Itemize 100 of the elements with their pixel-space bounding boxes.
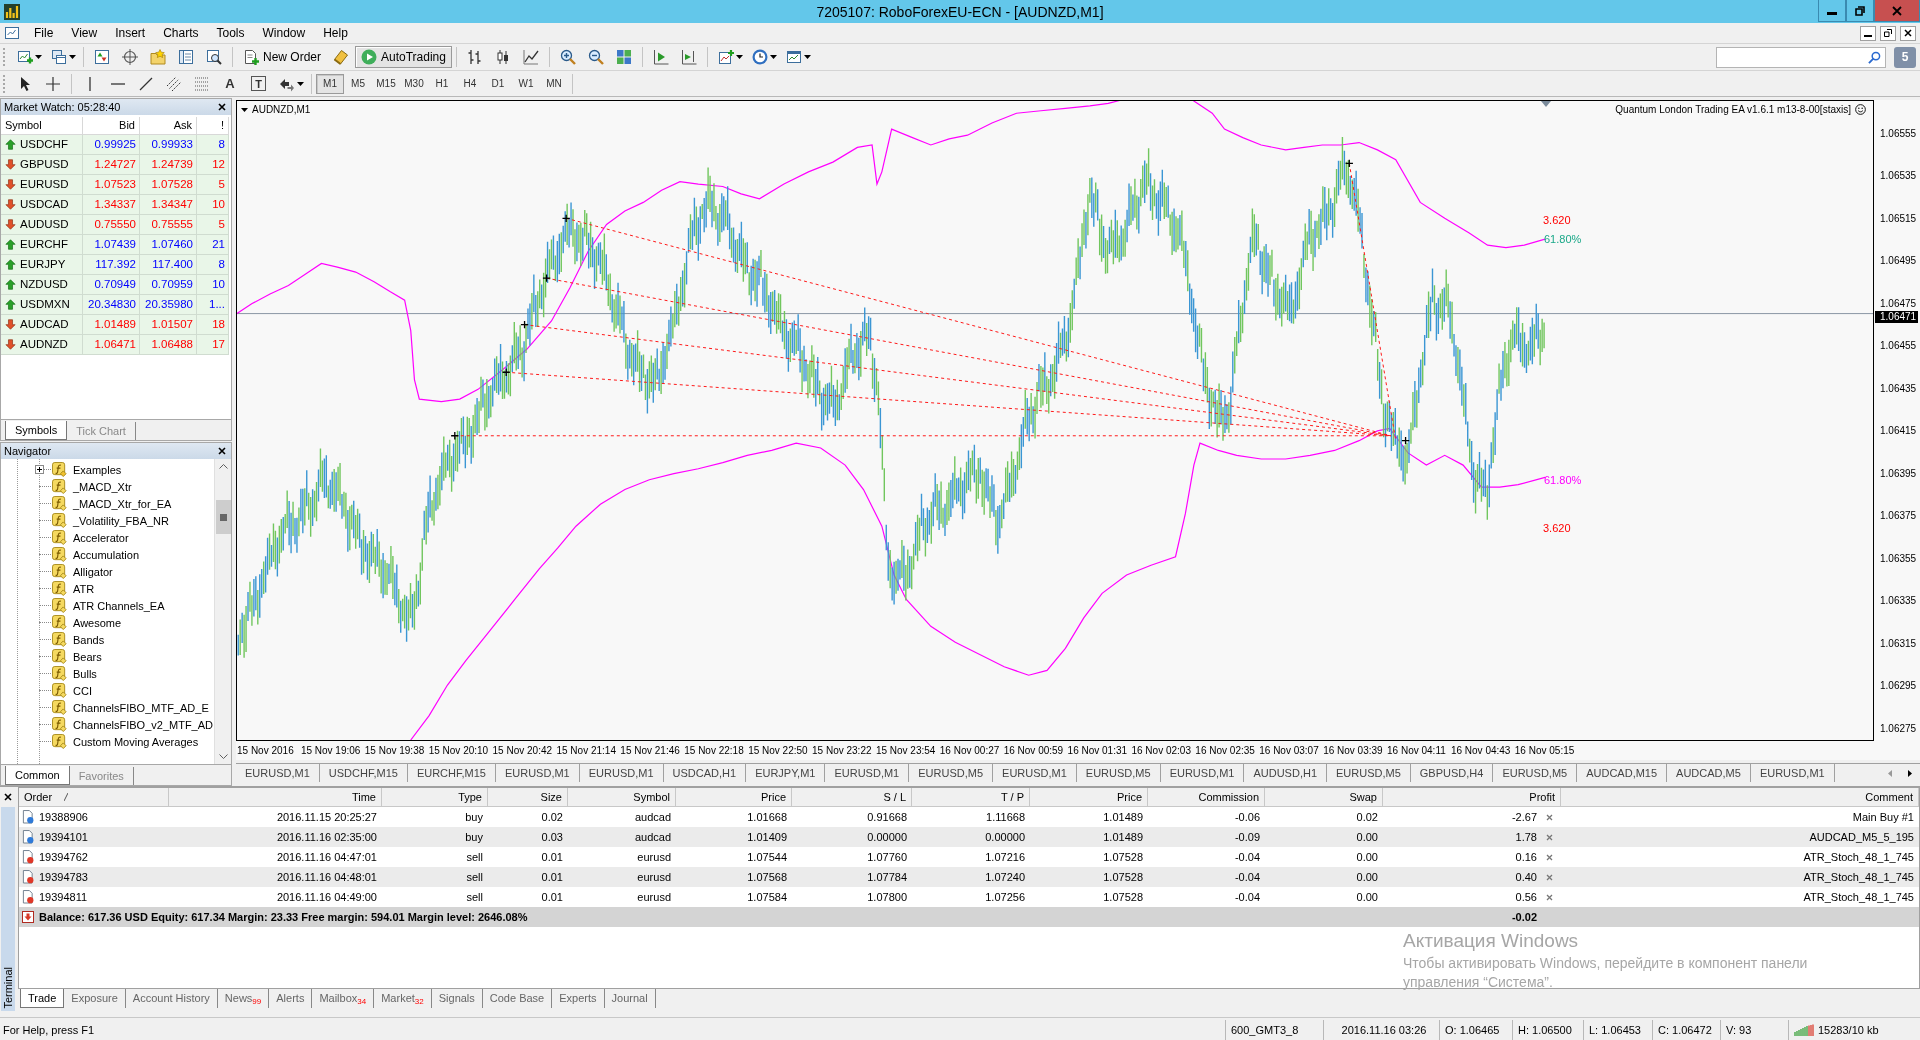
terminal-tab[interactable]: Trade: [20, 989, 65, 1008]
menu-item[interactable]: Tools: [207, 23, 254, 43]
caret-icon[interactable]: [769, 55, 777, 59]
terminal-tab[interactable]: News$_{99}$: [217, 989, 270, 1008]
close-icon[interactable]: [4, 793, 12, 801]
text-label-tool[interactable]: T: [251, 76, 266, 91]
restore-button[interactable]: [1846, 0, 1874, 22]
menu-item[interactable]: View: [62, 23, 107, 43]
restore-button[interactable]: [1880, 25, 1896, 41]
scrollbar[interactable]: [214, 459, 231, 764]
target-icon[interactable]: [122, 49, 138, 65]
navigator-item[interactable]: Examples: [73, 463, 122, 476]
window-icon[interactable]: [178, 49, 194, 65]
chart-tab[interactable]: EURUSD,M1: [579, 764, 664, 782]
timeframe-button[interactable]: H4: [456, 73, 484, 94]
chart-tab[interactable]: GBPUSD,H4: [1410, 764, 1494, 782]
caret-icon[interactable]: [69, 55, 76, 59]
chart-tab[interactable]: USDCAD,H1: [663, 764, 747, 782]
column-header[interactable]: Symbol: [568, 788, 676, 807]
timeframe-button[interactable]: M1: [316, 73, 344, 94]
terminal-tab[interactable]: Account History: [125, 989, 218, 1008]
new-order-button[interactable]: New Order: [237, 46, 327, 68]
autoscroll-icon[interactable]: [652, 49, 669, 65]
close-icon[interactable]: [218, 103, 226, 111]
navigator-item[interactable]: _MACD_Xtr: [73, 480, 132, 493]
navigator-item[interactable]: Accelerator: [73, 531, 129, 544]
chart-tab[interactable]: AUDUSD,H1: [1244, 764, 1327, 782]
menu-item[interactable]: Help: [314, 23, 357, 43]
table-row[interactable]: 19388906 2016.11.15 20:25:27 buy 0.02 audcad 1.01668 0.91668 1.11668 1.01489 -0.06 0.02 -2.67 Main Buy #1: [19, 807, 1919, 827]
table-row[interactable]: 19394811 2016.11.16 04:49:00 sell 0.01 eurusd 1.07584 1.07800 1.07256 1.07528 -0.04 0.00 0.56 ATR_Stoch_48_1_745: [19, 887, 1919, 907]
navigator-item[interactable]: ChannelsFIBO_v2_MTF_AD: [73, 718, 213, 731]
navigator-item[interactable]: Custom Moving Averages: [73, 735, 199, 748]
table-row[interactable]: 19394101 2016.11.16 02:35:00 buy 0.03 audcad 1.01409 0.00000 0.00000 1.01489 -0.09 0.00 1.78 AUDCAD_M5_5_195: [19, 827, 1919, 847]
chart-tab[interactable]: EURUSD,M1: [495, 764, 580, 782]
star-folder-icon[interactable]: [150, 49, 166, 65]
chart-tab[interactable]: EURUSD,M5: [1493, 764, 1578, 782]
timeframe-button[interactable]: M5: [344, 73, 372, 94]
channel-icon[interactable]: [166, 75, 182, 92]
chart-tab[interactable]: EURUSD,M1: [825, 764, 910, 782]
terminal-tab[interactable]: Journal: [604, 989, 656, 1008]
column-header[interactable]: Type: [382, 788, 488, 807]
navigator-item[interactable]: CCI: [73, 684, 92, 697]
column-header[interactable]: Commission: [1148, 788, 1265, 807]
zoom-out-icon[interactable]: [587, 49, 604, 65]
terminal-tab[interactable]: Market$_{32}$: [374, 989, 432, 1008]
minimize-button[interactable]: [1860, 25, 1876, 41]
chart-tab[interactable]: EURUSD,M1: [1160, 764, 1245, 782]
navigator-item[interactable]: ATR Channels_EA: [73, 599, 165, 612]
close-icon[interactable]: [218, 447, 226, 455]
terminal-tab[interactable]: Signals: [431, 989, 483, 1008]
timeframe-button[interactable]: D1: [484, 73, 512, 94]
candlestick-icon[interactable]: [494, 49, 511, 65]
magnifier-icon[interactable]: [206, 49, 222, 65]
table-row[interactable]: 19394762 2016.11.16 04:47:01 sell 0.01 eurusd 1.07544 1.07760 1.07216 1.07528 -0.04 0.00 0.16 ATR_Stoch_48_1_745: [19, 847, 1919, 867]
chart-tab[interactable]: EURJPY,M1: [746, 764, 826, 782]
column-header[interactable]: Swap: [1265, 788, 1383, 807]
trend-line-icon[interactable]: [138, 75, 154, 92]
chart-tab[interactable]: AUDCAD,M5: [1667, 764, 1751, 782]
menu-item[interactable]: File: [25, 23, 63, 43]
market-watch-icon[interactable]: [94, 49, 110, 65]
zoom-in-icon[interactable]: [559, 49, 576, 65]
navigator-item[interactable]: Alligator: [73, 565, 113, 578]
navigator-item[interactable]: Bears: [73, 650, 102, 663]
timeframe-button[interactable]: M15: [372, 73, 400, 94]
navigator-item[interactable]: Bands: [73, 633, 105, 646]
terminal-tab[interactable]: Alerts: [269, 989, 313, 1008]
chart-tab[interactable]: EURUSD,M5: [1327, 764, 1411, 782]
document-icon[interactable]: [4, 25, 20, 41]
timeframe-button[interactable]: M30: [400, 73, 428, 94]
chart-tab[interactable]: EURUSD,M5: [1076, 764, 1161, 782]
new-chart-icon[interactable]: [17, 49, 33, 65]
timeframe-button[interactable]: W1: [512, 73, 540, 94]
caret-icon[interactable]: [735, 55, 743, 59]
column-header[interactable]: Comment: [1561, 788, 1919, 807]
menu-item[interactable]: Charts: [154, 23, 208, 43]
table-row[interactable]: 19394783 2016.11.16 04:48:01 sell 0.01 eurusd 1.07568 1.07784 1.07240 1.07528 -0.04 0.00 0.40 ATR_Stoch_48_1_745: [19, 867, 1919, 887]
minimize-button[interactable]: [1818, 0, 1846, 22]
book-icon[interactable]: [333, 49, 349, 65]
column-header[interactable]: Profit: [1383, 788, 1561, 807]
chart-tab[interactable]: EURUSD,M1: [993, 764, 1077, 782]
column-header[interactable]: Price: [1030, 788, 1148, 807]
panel-tab[interactable]: Common: [5, 766, 70, 785]
chart-tab[interactable]: USDCHF,M15: [319, 764, 408, 782]
profiles-icon[interactable]: [51, 49, 67, 65]
scrollbar-thumb[interactable]: [215, 500, 231, 534]
chart-tab[interactable]: EURUSD,M1: [236, 764, 320, 782]
right-triangle-icon[interactable]: [1908, 769, 1912, 777]
terminal-tab[interactable]: Mailbox$_{34}$: [312, 989, 375, 1008]
caret-icon[interactable]: [297, 81, 304, 86]
terminal-tab[interactable]: Code Base: [482, 989, 553, 1008]
column-header[interactable]: Price: [676, 788, 792, 807]
crosshair-icon[interactable]: [45, 75, 61, 92]
chart-plus-icon[interactable]: [717, 49, 734, 65]
column-header[interactable]: Order: [19, 788, 169, 807]
column-header[interactable]: S / L: [792, 788, 912, 807]
chart-tab[interactable]: EURUSD,M5: [909, 764, 994, 782]
chart-tab[interactable]: EURUSD,M1: [1750, 764, 1835, 782]
navigator-item[interactable]: Accumulation: [73, 548, 140, 561]
caret-icon[interactable]: [803, 55, 811, 59]
column-header[interactable]: Size: [488, 788, 568, 807]
